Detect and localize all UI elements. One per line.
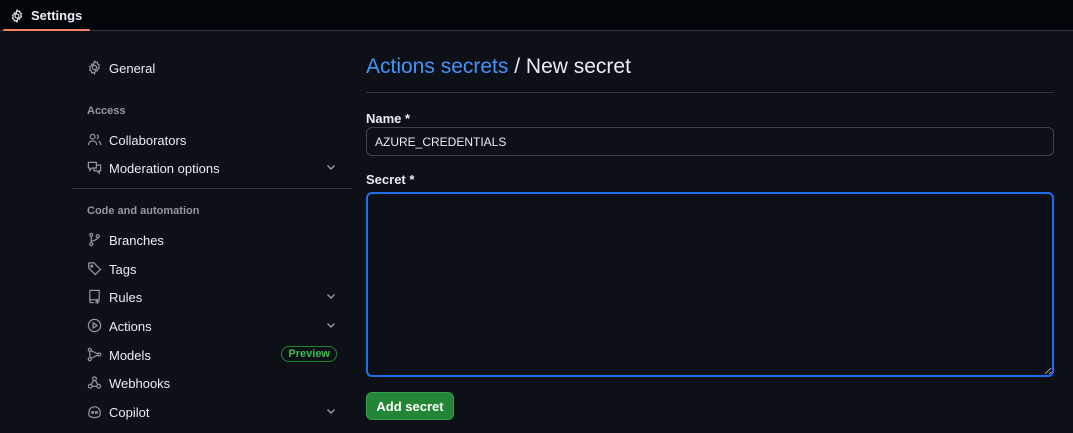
secret-field-label: Secret * [366, 172, 415, 187]
webhook-icon [87, 375, 103, 391]
name-field[interactable] [366, 127, 1054, 156]
breadcrumb-actions-secrets-link[interactable]: Actions secrets [366, 55, 508, 78]
top-nav-bar: Settings [0, 0, 1073, 31]
sidebar-item-label: Webhooks [109, 375, 171, 391]
sidebar-item-moderation-options[interactable]: Moderation options [87, 154, 337, 182]
sidebar-item-tags[interactable]: Tags [87, 255, 337, 283]
gear-icon [87, 60, 103, 76]
sidebar-item-collaborators[interactable]: Collaborators [87, 126, 337, 154]
section-heading-access: Access [87, 105, 126, 117]
gear-icon [10, 8, 31, 23]
sidebar-item-copilot[interactable]: Copilot [87, 398, 337, 426]
comment-discussion-icon [87, 160, 103, 176]
chevron-down-icon[interactable] [325, 161, 337, 176]
breadcrumb-current: New secret [525, 55, 631, 78]
chevron-down-icon[interactable] [325, 290, 337, 305]
sidebar-item-label: General [109, 60, 156, 76]
sidebar-item-label: Moderation options [109, 160, 220, 176]
sidebar-item-webhooks[interactable]: Webhooks [87, 369, 337, 397]
repo-push-icon [87, 289, 103, 305]
chevron-down-icon[interactable] [325, 405, 337, 420]
sidebar-item-label: Copilot [109, 404, 150, 420]
sidebar-divider [72, 188, 352, 189]
git-branch-icon [87, 232, 103, 248]
sidebar-item-label: Models [109, 347, 151, 363]
breadcrumb-separator: / [508, 55, 526, 78]
models-icon [87, 347, 103, 363]
active-tab-indicator [3, 29, 90, 31]
people-icon [87, 132, 103, 148]
play-icon [87, 318, 103, 334]
page-title: Actions secrets / New secret [366, 55, 1054, 85]
sidebar-item-label: Rules [109, 289, 143, 305]
section-heading-code-and-automation: Code and automation [87, 205, 200, 217]
sidebar-item-actions[interactable]: Actions [87, 312, 337, 340]
sidebar-item-rules[interactable]: Rules [87, 283, 337, 311]
preview-badge: Preview [281, 346, 337, 362]
sidebar-item-label: Collaborators [109, 132, 187, 148]
chevron-down-icon[interactable] [325, 319, 337, 334]
name-field-label: Name * [366, 111, 411, 126]
sidebar-item-label: Tags [109, 261, 137, 277]
copilot-icon [87, 404, 103, 420]
sidebar-item-general[interactable]: General [87, 54, 337, 82]
new-secret-form: Actions secrets / New secret Name * Secr… [366, 55, 1054, 420]
sidebar-item-branches[interactable]: Branches [87, 226, 337, 254]
sidebar-item-models[interactable]: Models Preview [87, 341, 337, 369]
sidebar-item-label: Actions [109, 318, 152, 334]
title-divider [366, 92, 1054, 93]
tag-icon [87, 261, 103, 277]
tab-settings[interactable]: Settings [3, 0, 90, 31]
add-secret-button[interactable]: Add secret [366, 392, 454, 420]
sidebar-item-label: Branches [109, 232, 164, 248]
secret-field[interactable] [366, 192, 1054, 377]
tab-settings-label: Settings [31, 8, 83, 23]
